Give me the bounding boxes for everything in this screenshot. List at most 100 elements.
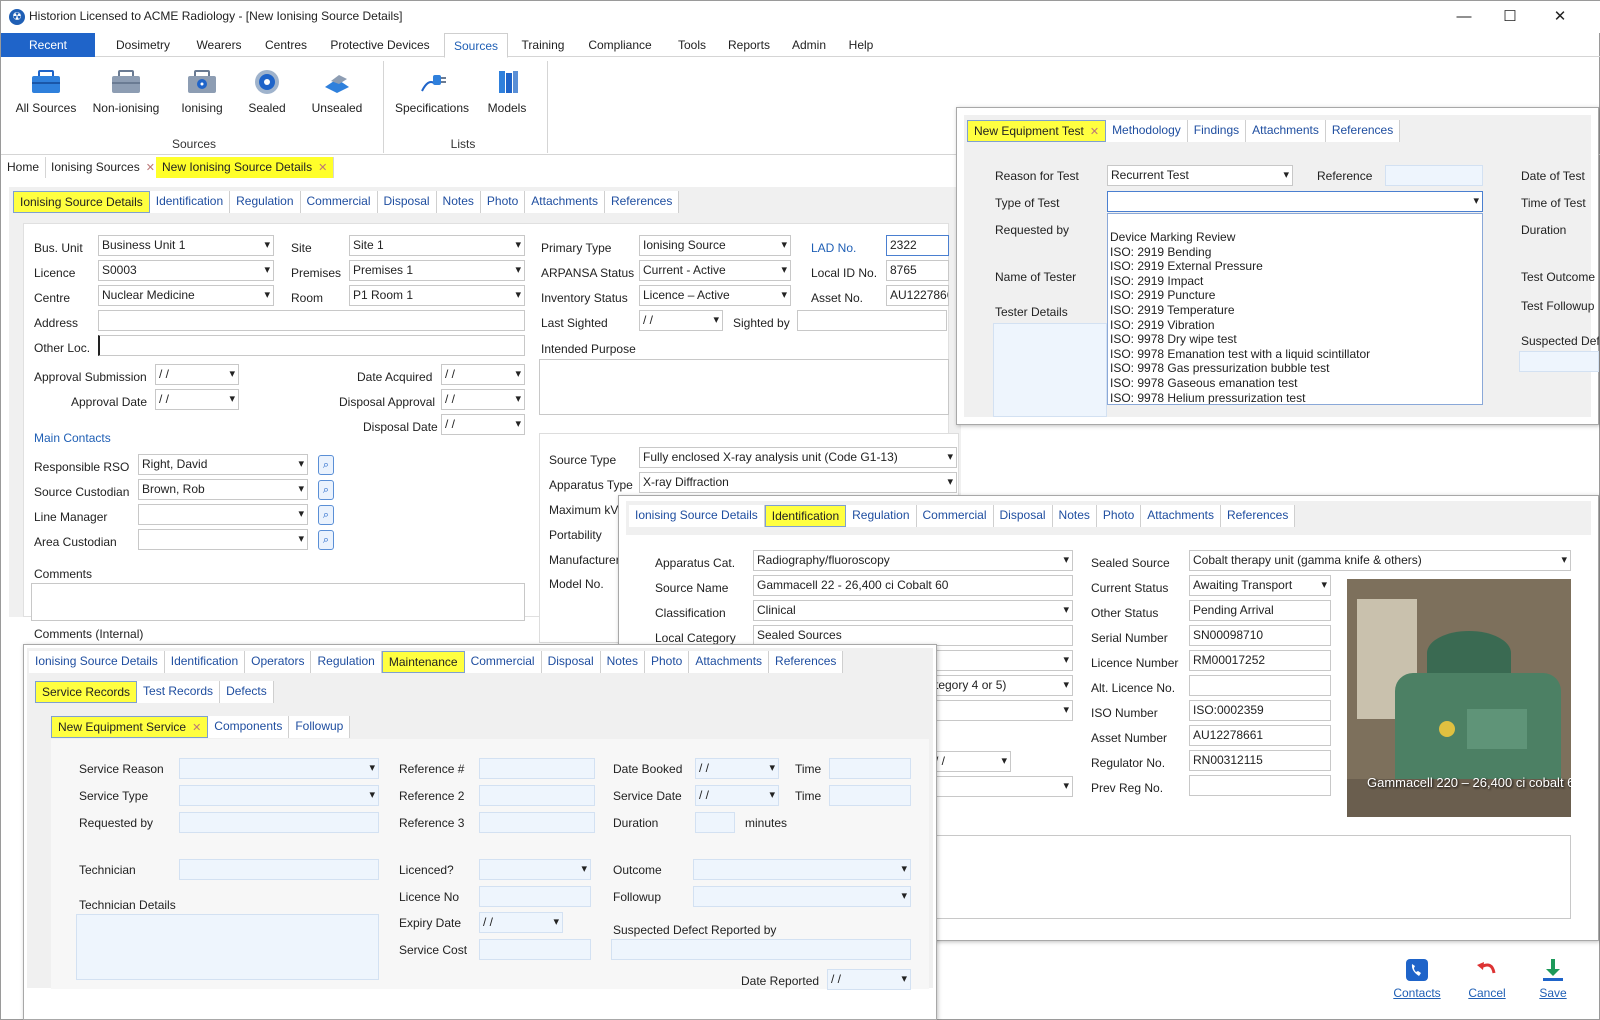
tab-commercial[interactable]: Commercial xyxy=(464,651,542,673)
menu-recent[interactable]: Recent xyxy=(1,33,95,57)
tab-operators[interactable]: Operators xyxy=(245,651,312,673)
asset-no-input[interactable]: AU12278661 xyxy=(886,285,949,306)
tab-references[interactable]: References xyxy=(769,651,844,673)
tab-photo[interactable]: Photo xyxy=(1096,505,1142,527)
last-sighted-date[interactable]: / / xyxy=(639,310,723,331)
tab-references[interactable]: References xyxy=(604,191,680,213)
service-outcome-select[interactable] xyxy=(693,859,911,880)
close-tab-icon[interactable]: ✕ xyxy=(146,162,155,174)
reason-for-test-select[interactable]: Recurrent Test xyxy=(1107,165,1293,186)
search-contact-icon[interactable]: ⌕ xyxy=(318,530,334,550)
tab-notes[interactable]: Notes xyxy=(1052,505,1097,527)
area-custodian-select[interactable] xyxy=(138,529,308,550)
tab-attachments[interactable]: Attachments xyxy=(525,191,605,213)
tab-notes[interactable]: Notes xyxy=(600,651,645,673)
tab-disposal[interactable]: Disposal xyxy=(541,651,601,673)
models-button[interactable]: Models xyxy=(481,65,533,129)
approval-date[interactable]: / / xyxy=(155,389,239,410)
dropdown-option[interactable]: ISO: 2919 External Pressure xyxy=(1108,259,1482,274)
test-reference-input[interactable] xyxy=(1385,165,1483,186)
hidden-select-3[interactable] xyxy=(931,776,1073,797)
expiry-date[interactable]: / / xyxy=(479,912,563,933)
technician-input[interactable] xyxy=(179,859,379,880)
service-requested-by-input[interactable] xyxy=(179,812,379,833)
disposal-approval-date[interactable]: / / xyxy=(441,389,525,410)
type-of-test-dropdown[interactable]: Device Marking Review ISO: 2919 Bending … xyxy=(1107,213,1483,405)
tab-regulation[interactable]: Regulation xyxy=(230,191,301,213)
tab-disposal[interactable]: Disposal xyxy=(377,191,437,213)
tab-new-equipment-service[interactable]: New Equipment Service ✕ xyxy=(51,716,209,738)
other-status-input[interactable]: Pending Arrival xyxy=(1189,600,1331,621)
service-date[interactable]: / / xyxy=(695,785,779,806)
defect-reported-by-input[interactable] xyxy=(611,939,911,960)
ionising-button[interactable]: Ionising xyxy=(171,65,233,129)
dropdown-option[interactable]: ISO: 9978 Dry wipe test xyxy=(1108,332,1482,347)
room-select[interactable]: P1 Room 1 xyxy=(349,285,525,306)
search-contact-icon[interactable]: ⌕ xyxy=(318,455,334,475)
booked-time-input[interactable] xyxy=(829,758,911,779)
cancel-button[interactable]: Cancel xyxy=(1457,957,1517,1000)
menu-admin[interactable]: Admin xyxy=(783,33,835,57)
hidden-select-2[interactable] xyxy=(931,700,1073,721)
doctab-ionising-sources[interactable]: Ionising Sources ✕ xyxy=(45,157,162,178)
specifications-button[interactable]: Specifications xyxy=(391,65,473,129)
centre-select[interactable]: Nuclear Medicine xyxy=(98,285,274,306)
tab-new-equipment-test[interactable]: New Equipment Test ✕ xyxy=(967,120,1107,142)
menu-help[interactable]: Help xyxy=(841,33,881,57)
tab-test-attachments[interactable]: Attachments xyxy=(1246,120,1326,142)
service-cost-input[interactable] xyxy=(479,939,591,960)
bus-unit-select[interactable]: Business Unit 1 xyxy=(98,235,274,256)
search-contact-icon[interactable]: ⌕ xyxy=(318,480,334,500)
dropdown-option[interactable]: ISO: 2919 Bending xyxy=(1108,245,1482,260)
tab-references[interactable]: References xyxy=(1220,505,1296,527)
tab-identification[interactable]: Identification xyxy=(149,191,231,213)
dropdown-option[interactable]: ISO: 9978 Gas pressurization bubble test xyxy=(1108,361,1482,376)
dropdown-option[interactable]: ISO: 9978 Helium pressurization test xyxy=(1108,391,1482,404)
minimize-button[interactable]: — xyxy=(1441,5,1487,29)
tab-commercial[interactable]: Commercial xyxy=(300,191,378,213)
doctab-new-source[interactable]: New Ionising Source Details ✕ xyxy=(156,157,335,178)
menu-wearers[interactable]: Wearers xyxy=(187,33,251,57)
tab-followup[interactable]: Followup xyxy=(289,716,351,738)
dropdown-option[interactable]: ISO: 2919 Vibration xyxy=(1108,318,1482,333)
comments-textarea[interactable] xyxy=(31,583,525,621)
menu-sources[interactable]: Sources xyxy=(444,33,508,58)
menu-compliance[interactable]: Compliance xyxy=(577,33,663,57)
other-loc-input[interactable] xyxy=(98,335,525,356)
tab-defects[interactable]: Defects xyxy=(220,681,274,703)
all-sources-button[interactable]: All Sources xyxy=(11,65,81,129)
licence-select[interactable]: S0003 xyxy=(98,260,274,281)
tab-service-records[interactable]: Service Records xyxy=(35,681,138,703)
site-select[interactable]: Site 1 xyxy=(349,235,525,256)
menu-protective-devices[interactable]: Protective Devices xyxy=(321,33,439,57)
current-status-select[interactable]: Awaiting Transport xyxy=(1189,575,1331,596)
tab-notes[interactable]: Notes xyxy=(436,191,481,213)
tab-disposal[interactable]: Disposal xyxy=(993,505,1053,527)
line-manager-select[interactable] xyxy=(138,504,308,525)
apparatus-cat-select[interactable]: Radiography/fluoroscopy xyxy=(753,550,1073,571)
tab-identification[interactable]: Identification xyxy=(164,651,246,673)
category-select[interactable]: tegory 4 or 5) xyxy=(931,675,1073,696)
licenced-select[interactable] xyxy=(479,859,591,880)
unsealed-button[interactable]: Unsealed xyxy=(305,65,369,129)
tab-regulation[interactable]: Regulation xyxy=(311,651,382,673)
service-followup-select[interactable] xyxy=(693,886,911,907)
date-acquired[interactable]: / / xyxy=(441,364,525,385)
menu-training[interactable]: Training xyxy=(515,33,571,57)
premises-select[interactable]: Premises 1 xyxy=(349,260,525,281)
suspected-defect-input[interactable] xyxy=(1519,351,1599,372)
service-reason-select[interactable] xyxy=(179,758,379,779)
tab-test-references[interactable]: References xyxy=(1325,120,1401,142)
tab-components[interactable]: Components xyxy=(208,716,290,738)
save-button[interactable]: Save xyxy=(1523,957,1583,1000)
menu-centres[interactable]: Centres xyxy=(257,33,315,57)
service-duration-input[interactable] xyxy=(695,812,735,833)
address-input[interactable] xyxy=(98,310,525,331)
dropdown-option[interactable]: ISO: 2919 Puncture xyxy=(1108,288,1482,303)
source-type-select[interactable]: Fully enclosed X-ray analysis unit (Code… xyxy=(639,447,957,468)
search-contact-icon[interactable]: ⌕ xyxy=(318,505,334,525)
dropdown-option[interactable]: Device Marking Review xyxy=(1108,230,1482,245)
apparatus-type-select[interactable]: X-ray Diffraction xyxy=(639,472,957,493)
sealed-source-select[interactable]: Cobalt therapy unit (gamma knife & other… xyxy=(1189,550,1571,571)
local-category-input[interactable]: Sealed Sources xyxy=(753,625,1073,646)
